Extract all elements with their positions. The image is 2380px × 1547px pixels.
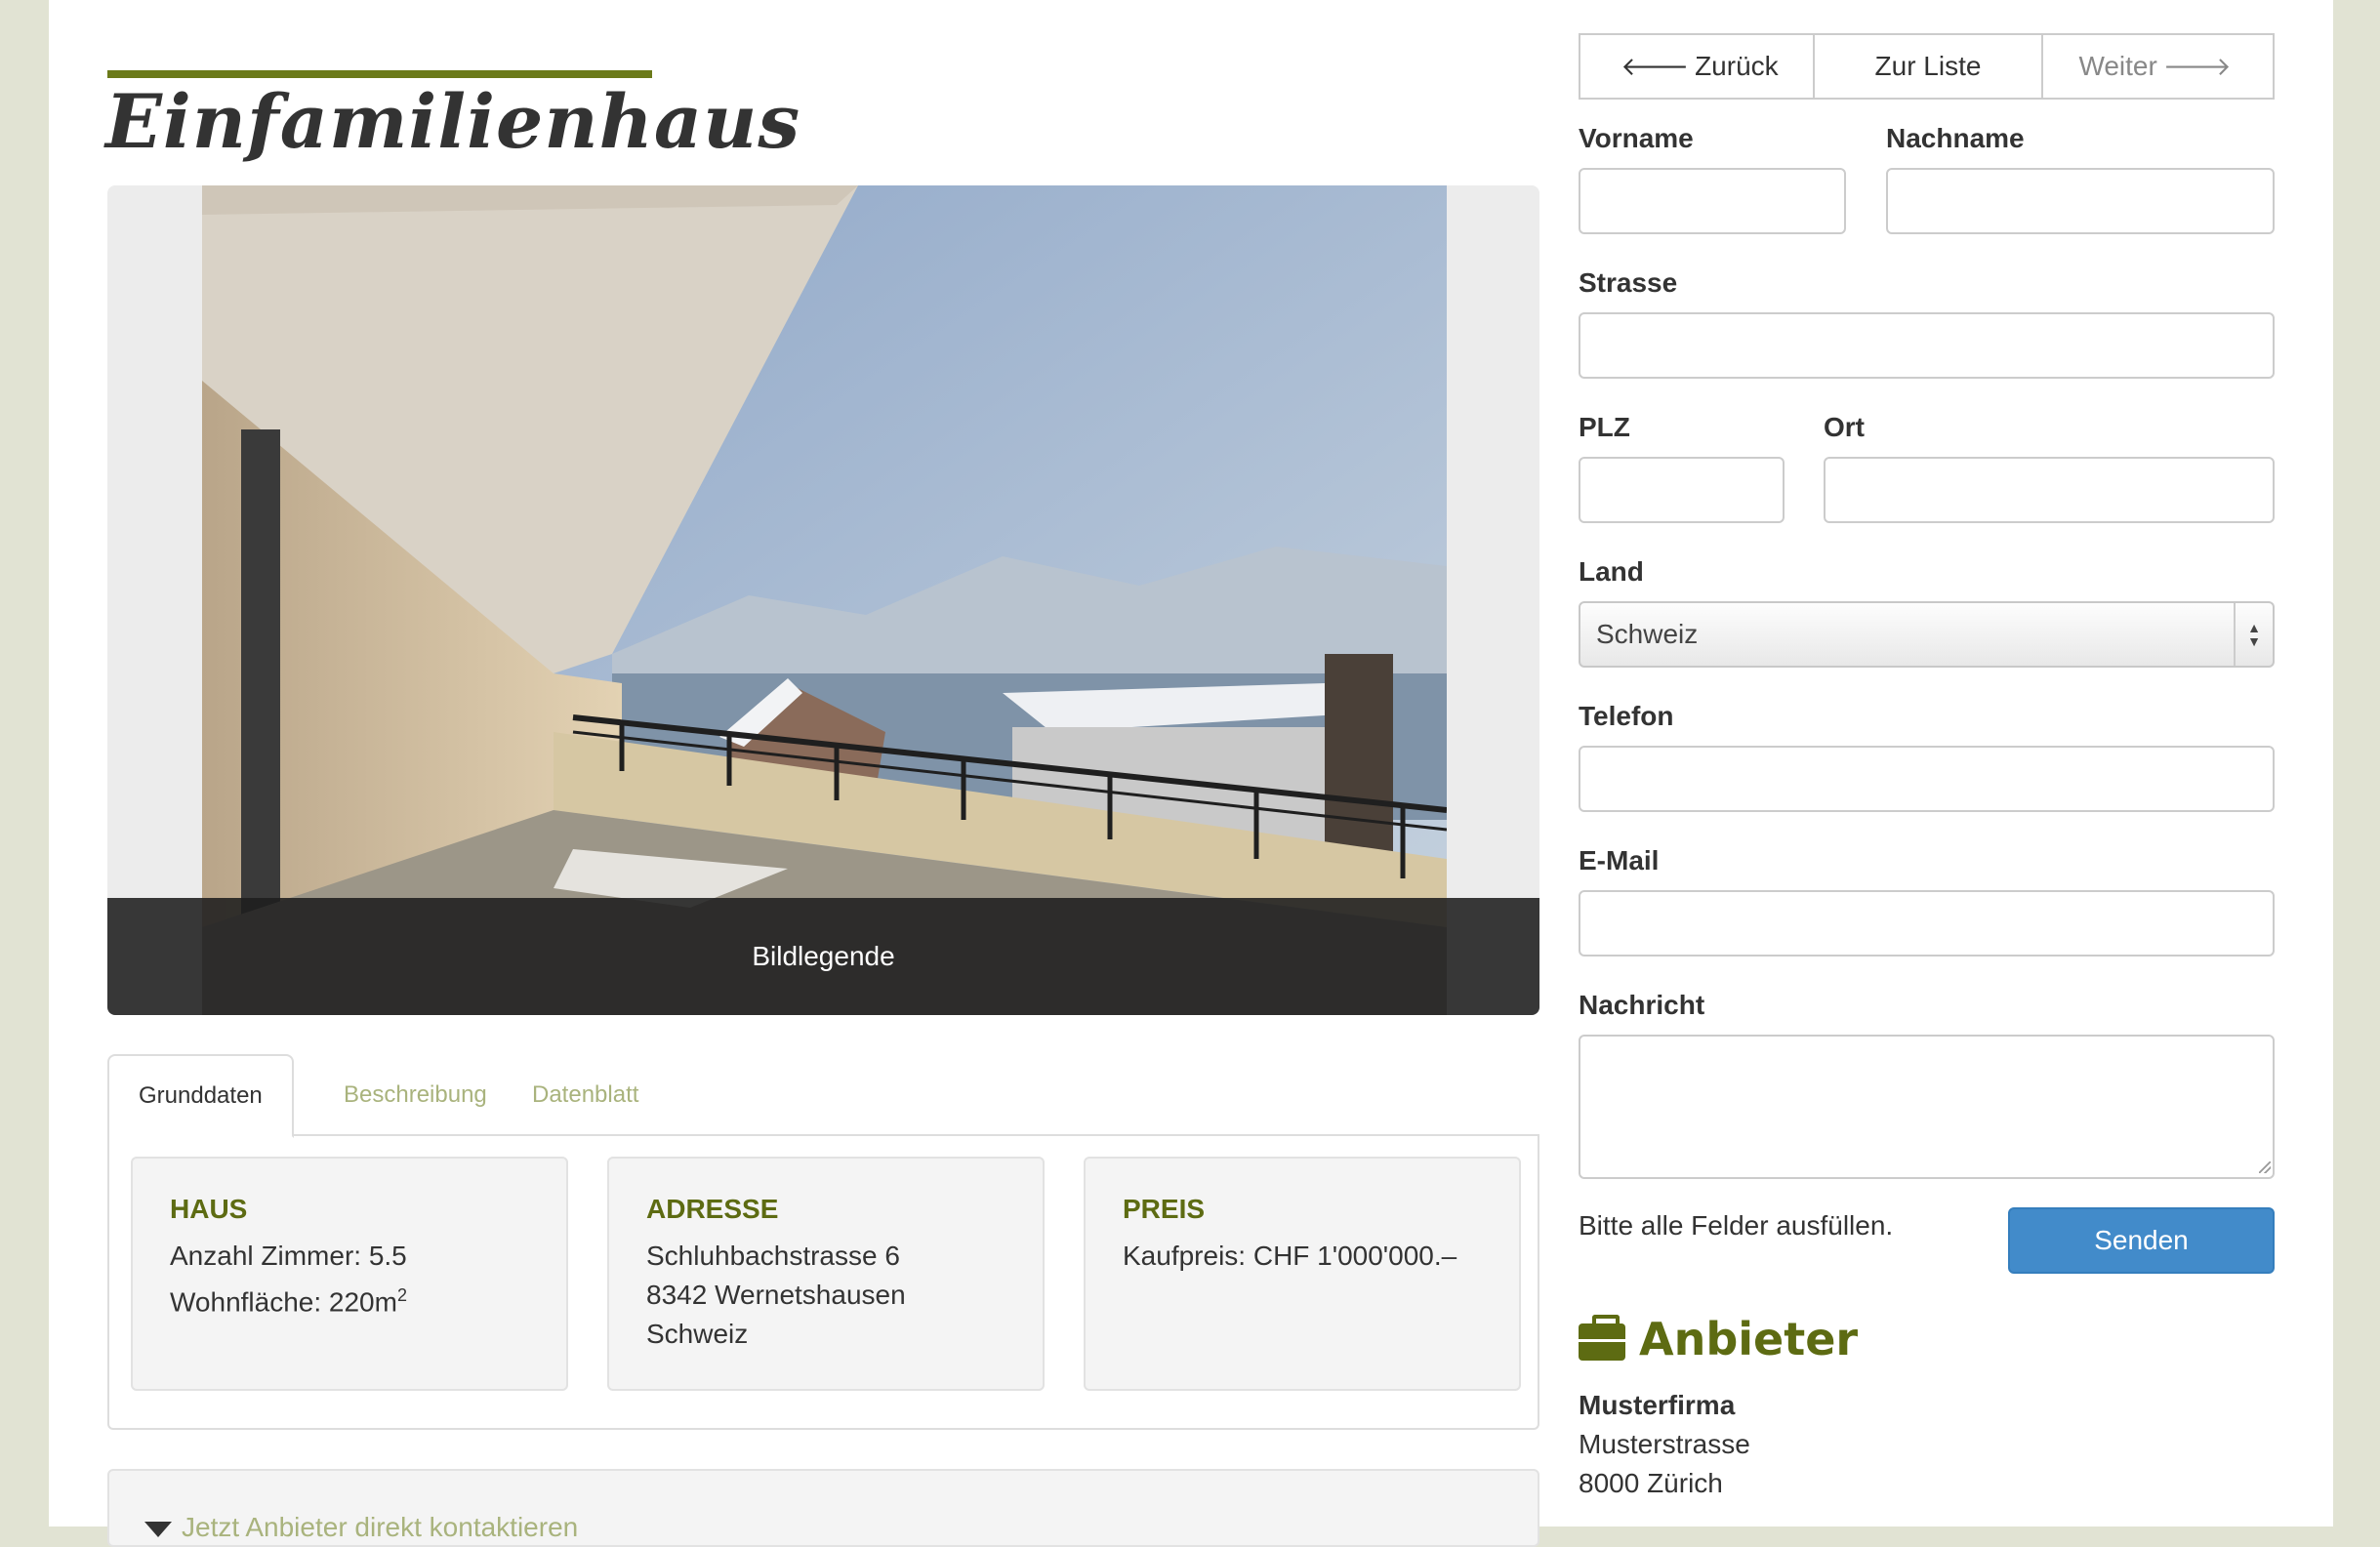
rooms-value: Anzahl Zimmer: 5.5 xyxy=(170,1241,407,1271)
ort-field[interactable] xyxy=(1824,457,2275,523)
tab-beschreibung[interactable]: Beschreibung xyxy=(314,1054,516,1136)
telefon-field[interactable] xyxy=(1579,746,2275,812)
send-button[interactable]: Senden xyxy=(2008,1207,2275,1274)
vendor-name: Musterfirma xyxy=(1579,1390,1736,1420)
ort-label: Ort xyxy=(1824,412,1865,442)
page-title: Einfamilienhaus xyxy=(105,78,801,165)
contact-toggle-label: Jetzt Anbieter direkt kontaktieren xyxy=(182,1512,579,1542)
page: Einfamilienhaus Bildlegende Grunddaten B… xyxy=(49,0,2333,1547)
balcony-photo-illustration xyxy=(202,185,1447,1015)
vorname-label: Vorname xyxy=(1579,123,1694,153)
next-button[interactable]: Weiter 🡒 xyxy=(2041,33,2275,100)
back-button[interactable]: 🡐 Zurück xyxy=(1579,33,1815,100)
vendor-street: Musterstrasse xyxy=(1579,1429,1750,1459)
vendor-city: 8000 Zürich xyxy=(1579,1468,1723,1498)
tab-datenblatt[interactable]: Datenblatt xyxy=(503,1054,668,1136)
telefon-label: Telefon xyxy=(1579,701,1674,731)
email-field[interactable] xyxy=(1579,890,2275,957)
price-value: Kaufpreis: CHF 1'000'000.– xyxy=(1123,1241,1457,1271)
land-selected-value: Schweiz xyxy=(1596,619,1699,649)
nachname-field[interactable] xyxy=(1886,168,2275,234)
vorname-field[interactable] xyxy=(1579,168,1846,234)
select-arrows-icon: ▲ ▼ xyxy=(2234,603,2273,666)
card-heading: ADRESSE xyxy=(646,1194,779,1224)
detail-tabs: Grunddaten Beschreibung Datenblatt xyxy=(107,1054,1539,1138)
land-label: Land xyxy=(1579,556,1644,587)
email-label: E-Mail xyxy=(1579,845,1660,875)
anbieter-heading: Anbieter xyxy=(1579,1308,1858,1370)
property-photo xyxy=(202,185,1447,1015)
arrow-left-icon: 🡐 xyxy=(1621,51,1690,81)
card-adresse: ADRESSE Schluhbachstrasse 6 8342 Wernets… xyxy=(607,1157,1045,1391)
address-city: 8342 Wernetshausen xyxy=(646,1280,906,1310)
tab-panel-grunddaten: HAUS Anzahl Zimmer: 5.5 Wohnfläche: 220m… xyxy=(107,1135,1539,1430)
pager: 🡐 Zurück Zur Liste Weiter 🡒 xyxy=(1579,33,2275,100)
arrow-right-icon: 🡒 xyxy=(2162,51,2232,81)
card-preis: PREIS Kaufpreis: CHF 1'000'000.– xyxy=(1084,1157,1521,1391)
strasse-field[interactable] xyxy=(1579,312,2275,379)
anbieter-title: Anbieter xyxy=(1639,1313,1859,1365)
image-gallery[interactable]: Bildlegende xyxy=(107,185,1539,1015)
list-button[interactable]: Zur Liste xyxy=(1813,33,2043,100)
nachname-label: Nachname xyxy=(1886,123,2025,153)
land-select[interactable]: Schweiz ▲ ▼ xyxy=(1579,601,2275,668)
card-heading: HAUS xyxy=(170,1194,248,1224)
area-value: Wohnfläche: 220m2 xyxy=(170,1285,407,1318)
strasse-label: Strasse xyxy=(1579,267,1678,298)
nachricht-label: Nachricht xyxy=(1579,990,1705,1020)
funnel-icon xyxy=(144,1521,172,1537)
plz-label: PLZ xyxy=(1579,412,1630,442)
address-country: Schweiz xyxy=(646,1319,749,1349)
card-haus: HAUS Anzahl Zimmer: 5.5 Wohnfläche: 220m… xyxy=(131,1157,568,1391)
contact-toggle[interactable]: Jetzt Anbieter direkt kontaktieren xyxy=(107,1469,1539,1547)
tab-grunddaten[interactable]: Grunddaten xyxy=(107,1054,294,1138)
card-heading: PREIS xyxy=(1123,1194,1206,1224)
plz-field[interactable] xyxy=(1579,457,1785,523)
form-hint: Bitte alle Felder ausfüllen. xyxy=(1579,1210,1894,1241)
nachricht-field[interactable] xyxy=(1579,1035,2275,1179)
resize-grip-icon[interactable] xyxy=(2259,1161,2271,1173)
vendor-address: Musterfirma Musterstrasse 8000 Zürich xyxy=(1579,1386,1750,1503)
title-rule xyxy=(107,70,652,78)
address-street: Schluhbachstrasse 6 xyxy=(646,1241,900,1271)
image-caption: Bildlegende xyxy=(107,898,1539,1015)
briefcase-icon xyxy=(1579,1315,1625,1361)
